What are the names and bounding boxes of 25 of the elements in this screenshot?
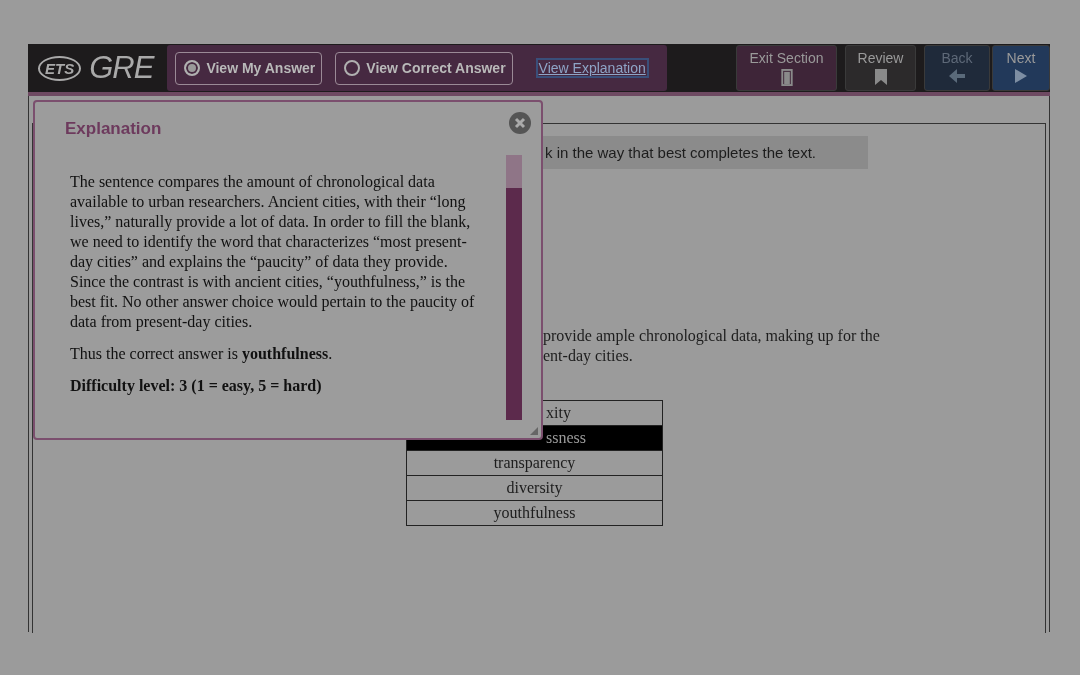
explanation-link[interactable]: View Explanation	[537, 60, 647, 76]
answer-toggle[interactable]: View My Answer	[175, 51, 323, 85]
explanation-paragraph: The sentence compares the amount of chronological data available to urban researchers. Ancient cities, with their “long lives,” naturally provide a lot of data. In order to fill the blank, we need to identify the word that characterizes “most present-day cities” and explains the “paucity” of data they provide. Since the contrast is with ancient cities, “youthfulness,” is the best fit. No other answer choice would pertain to the paucity of data from present-day cities.	[70, 172, 476, 332]
explanation-paragraph: Thus the correct answer is youthfulness.	[70, 344, 334, 364]
answer-toggle[interactable]: View Correct Answer	[335, 51, 513, 85]
sentence-text: provide ample chronological data, making up for the	[543, 326, 881, 346]
explanation-paragraph: Difficulty level: 3 (1 = easy, 5 = hard)	[70, 376, 323, 396]
answer-choice[interactable]: youthfulness	[407, 500, 662, 525]
bookmark-icon	[874, 69, 887, 85]
play-arrow-icon	[1015, 69, 1027, 83]
sentence-text: ent-day cities.	[543, 346, 634, 366]
nav-button[interactable]: Next	[992, 45, 1050, 91]
ets-logo: ETS	[38, 55, 82, 81]
close-icon[interactable]	[509, 112, 531, 134]
scrollbar[interactable]	[506, 155, 522, 420]
answer-choice[interactable]: transparency	[407, 450, 662, 475]
door-icon	[780, 69, 793, 86]
back-arrow-icon	[949, 69, 965, 83]
nav-button[interactable]: Exit Section	[736, 45, 837, 91]
dialog-title: Explanation	[65, 119, 162, 139]
instruction-banner: k in the way that best completes the text.	[543, 136, 868, 169]
resize-grip-icon[interactable]	[530, 427, 538, 435]
gre-logo: GRE	[89, 50, 154, 86]
answer-choice[interactable]: diversity	[407, 475, 662, 500]
nav-button[interactable]: Review	[845, 45, 916, 91]
